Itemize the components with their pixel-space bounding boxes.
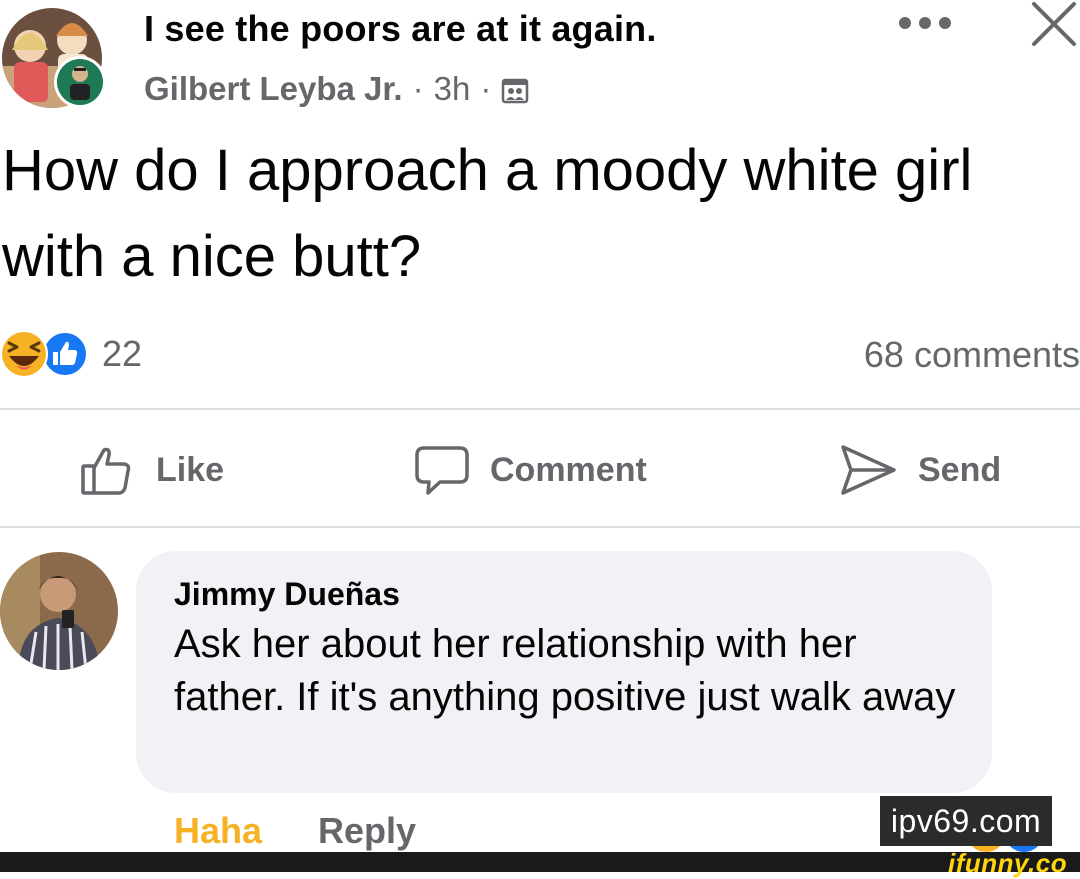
like-icon [81,447,131,495]
comments-count[interactable]: 68 comments [864,334,1080,376]
like-reaction-icon [42,331,88,377]
post-time[interactable]: 3h [434,70,471,108]
like-button[interactable]: Like [80,440,224,500]
reaction-count: 22 [102,333,143,374]
close-icon[interactable] [1030,0,1078,48]
comment-reply-button[interactable]: Reply [318,810,416,852]
more-options-icon[interactable] [898,16,952,30]
bottom-bar [0,852,1080,872]
comment-text: Ask her about her relationship with her … [174,622,956,719]
comment-label: Comment [490,450,647,489]
ifunny-watermark: ifunny.co [948,848,1068,878]
commenter-avatar[interactable] [0,552,118,670]
comment-icon [415,446,469,495]
post-meta: Gilbert Leyba Jr. · 3h · [144,70,529,108]
comment-haha-button[interactable]: Haha [174,810,262,852]
post-text: How do I approach a moody white girl wit… [2,138,973,289]
haha-reaction-icon [0,330,48,378]
send-icon [841,445,896,495]
divider [0,526,1080,528]
send-button[interactable]: Send [838,440,1001,500]
comment-button[interactable]: Comment [414,440,647,500]
like-label: Like [156,450,225,489]
group-title[interactable]: I see the poors are at it again. [144,8,657,50]
divider [0,408,1080,410]
meta-separator: · [412,70,424,107]
send-label: Send [918,450,1002,489]
meta-separator-2: · [480,70,492,107]
site-watermark: ipv69.com [880,796,1052,846]
group-avatar[interactable] [0,6,108,110]
comment-author[interactable]: Jimmy Dueñas [174,576,400,613]
reactions-summary[interactable]: 22 [0,330,142,378]
author-name[interactable]: Gilbert Leyba Jr. [144,70,403,108]
audience-icon [501,75,529,104]
